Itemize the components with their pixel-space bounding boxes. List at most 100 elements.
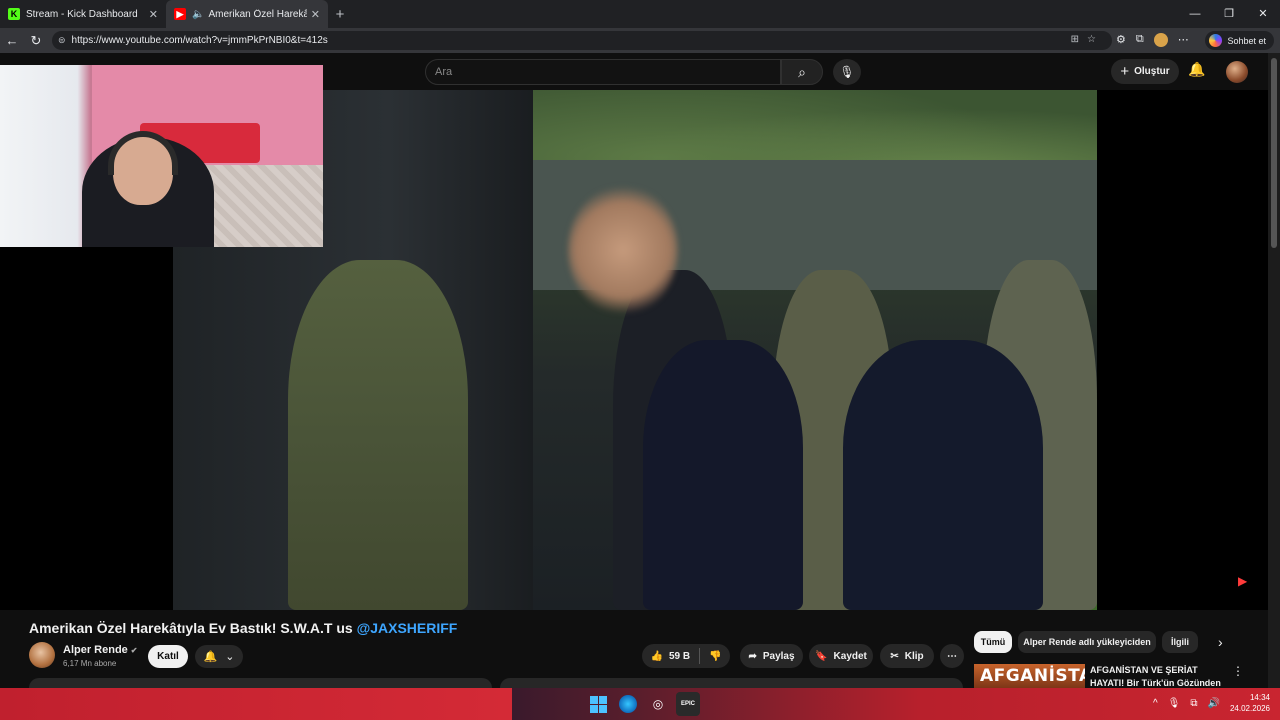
chip-from-uploader[interactable]: Alper Rende adlı yükleyiciden	[1018, 631, 1156, 653]
tab-label: Amerikan Özel Harekâtıyla Ev Bastık! S.W…	[208, 8, 307, 20]
clip-button[interactable]: ✂ Klip	[880, 644, 934, 668]
tab-youtube-video[interactable]: ▶ 🔈 Amerikan Özel Harekâtıyla Ev Bastık!…	[166, 0, 328, 28]
like-dislike-group: 👍 59 B 👎	[642, 644, 730, 668]
chip-all[interactable]: Tümü	[974, 631, 1012, 653]
webcam-overlay	[0, 65, 323, 247]
clock-date: 24.02.2026	[1229, 704, 1270, 713]
description-box[interactable]	[29, 678, 492, 688]
favorite-star-icon[interactable]: ☆	[1087, 34, 1104, 45]
reload-icon[interactable]: ↻	[24, 33, 48, 49]
back-icon[interactable]: ←	[0, 33, 24, 48]
browser-tab-bar: K Stream - Kick Dashboard ✕ ▶ 🔈 Amerikan…	[0, 0, 1280, 28]
speaker-icon[interactable]: 🔈	[192, 9, 204, 20]
close-window-icon[interactable]: ✕	[1246, 0, 1280, 28]
clock-time: 14:34	[1249, 693, 1270, 702]
notifications-bell-icon[interactable]: 🔔	[1188, 61, 1205, 78]
taskbar-apps: ◎ EPIC	[586, 692, 700, 716]
scissors-icon: ✂	[890, 650, 899, 662]
youtube-page: Ara ⌕ 🎙 + Oluştur 🔔 ▶	[0, 53, 1268, 688]
clock[interactable]: 14:34 24.02.2026	[1230, 692, 1270, 714]
recommendation-thumbnail[interactable]: AFGANİSTAN	[974, 664, 1085, 689]
start-button[interactable]	[586, 692, 610, 716]
share-button[interactable]: ➦ Paylaş	[740, 644, 803, 668]
save-label: Kaydet	[833, 650, 867, 662]
subscription-bell-button[interactable]: 🔔 ⌄	[195, 645, 243, 668]
edge-browser-button[interactable]	[616, 692, 640, 716]
network-icon[interactable]: ⧉	[1190, 698, 1197, 709]
chip-related[interactable]: İlgili	[1162, 631, 1198, 653]
video-title-text: Amerikan Özel Harekâtıyla Ev Bastık! S.W…	[29, 620, 357, 636]
video-title-mention[interactable]: @JAXSHERIFF	[357, 620, 458, 636]
close-icon[interactable]: ✕	[311, 8, 320, 21]
scrollbar-thumb[interactable]	[1271, 58, 1277, 248]
divider	[699, 648, 701, 664]
address-actions: ⊞☆	[1071, 34, 1104, 45]
edge-icon	[619, 695, 637, 713]
app-install-icon[interactable]: ⊞	[1071, 34, 1087, 45]
app-icon: ◎	[652, 697, 664, 711]
window-controls: — ❐ ✕	[1178, 0, 1280, 28]
save-button[interactable]: 🔖 Kaydet	[809, 644, 873, 668]
chevron-right-icon[interactable]: ›	[1218, 634, 1223, 650]
microphone-tray-icon[interactable]: 🎙	[1168, 698, 1181, 709]
blurred-face	[568, 185, 678, 315]
windows-taskbar: ◎ EPIC ^ 🎙 ⧉ 🔊 14:34 24.02.2026	[0, 688, 1280, 720]
video-figure	[643, 340, 803, 610]
channel-name[interactable]: Alper Rende ✔	[63, 644, 138, 656]
report-flag-icon[interactable]: ▶	[1238, 574, 1247, 588]
kick-icon: K	[8, 8, 20, 20]
subscriber-count: 6,17 Mn abone	[63, 659, 117, 668]
address-bar-row: ← ↻ ⊜ https://www.youtube.com/watch?v=jm…	[0, 28, 1280, 53]
tab-kick-dashboard[interactable]: K Stream - Kick Dashboard ✕	[0, 0, 166, 28]
url-field[interactable]: ⊜ https://www.youtube.com/watch?v=jmmPkP…	[52, 31, 1112, 50]
more-actions-button[interactable]: ⋯	[940, 644, 964, 668]
more-menu-icon[interactable]: ⋯	[1178, 33, 1189, 47]
more-icon: ⋯	[947, 650, 957, 662]
collections-icon[interactable]: ⧉	[1136, 33, 1144, 47]
account-avatar[interactable]	[1226, 61, 1248, 83]
clip-label: Klip	[904, 650, 924, 662]
close-icon[interactable]: ✕	[149, 8, 158, 21]
plus-icon: +	[1120, 63, 1130, 80]
url-text: https://www.youtube.com/watch?v=jmmPkPrN…	[71, 35, 328, 46]
channel-name-text: Alper Rende	[63, 644, 128, 656]
app-button[interactable]: ◎	[646, 692, 670, 716]
verified-icon: ✔	[130, 646, 138, 655]
thumbnail-text: AFGANİSTAN	[980, 666, 1085, 686]
new-tab-button[interactable]: +	[328, 6, 352, 23]
copilot-icon	[1209, 34, 1223, 47]
comments-box[interactable]	[500, 678, 963, 688]
chat-label: Sohbet et	[1227, 35, 1266, 46]
recommendation-title[interactable]: AFGANİSTAN VE ŞERİAT HAYATI! Bir Türk'ün…	[1090, 664, 1230, 688]
search-input[interactable]: Ara	[425, 59, 781, 85]
bookmark-icon: 🔖	[815, 650, 828, 662]
dislike-icon[interactable]: 👎	[709, 651, 721, 662]
chevron-up-icon[interactable]: ^	[1153, 698, 1158, 709]
tab-label: Stream - Kick Dashboard	[26, 8, 138, 20]
video-figure	[288, 260, 468, 610]
profile-avatar[interactable]	[1153, 33, 1168, 47]
video-title: Amerikan Özel Harekâtıyla Ev Bastık! S.W…	[29, 620, 457, 636]
like-icon[interactable]: 👍	[650, 651, 662, 662]
more-vert-icon[interactable]: ⋮	[1232, 664, 1244, 678]
copilot-chat-button[interactable]: Sohbet et	[1205, 31, 1274, 50]
minimize-icon[interactable]: —	[1178, 0, 1212, 28]
create-label: Oluştur	[1134, 66, 1170, 77]
windows-icon	[589, 695, 607, 713]
create-button[interactable]: + Oluştur	[1111, 59, 1179, 84]
video-figure	[843, 340, 1043, 610]
share-icon: ➦	[748, 650, 757, 662]
site-info-icon[interactable]: ⊜	[58, 35, 66, 46]
extensions-icon[interactable]: ⚙	[1116, 33, 1126, 47]
join-button[interactable]: Katıl	[148, 645, 188, 668]
restore-icon[interactable]: ❐	[1212, 0, 1246, 28]
epic-games-button[interactable]: EPIC	[676, 692, 700, 716]
system-tray: ^ 🎙 ⧉ 🔊 14:34 24.02.2026	[1153, 692, 1270, 714]
bell-icon: 🔔	[203, 651, 218, 663]
microphone-icon[interactable]: 🎙	[833, 59, 861, 85]
channel-avatar[interactable]	[29, 642, 55, 668]
search-icon[interactable]: ⌕	[781, 59, 823, 85]
like-count[interactable]: 59 B	[669, 651, 690, 662]
volume-icon[interactable]: 🔊	[1208, 698, 1220, 709]
youtube-icon: ▶	[174, 8, 186, 20]
